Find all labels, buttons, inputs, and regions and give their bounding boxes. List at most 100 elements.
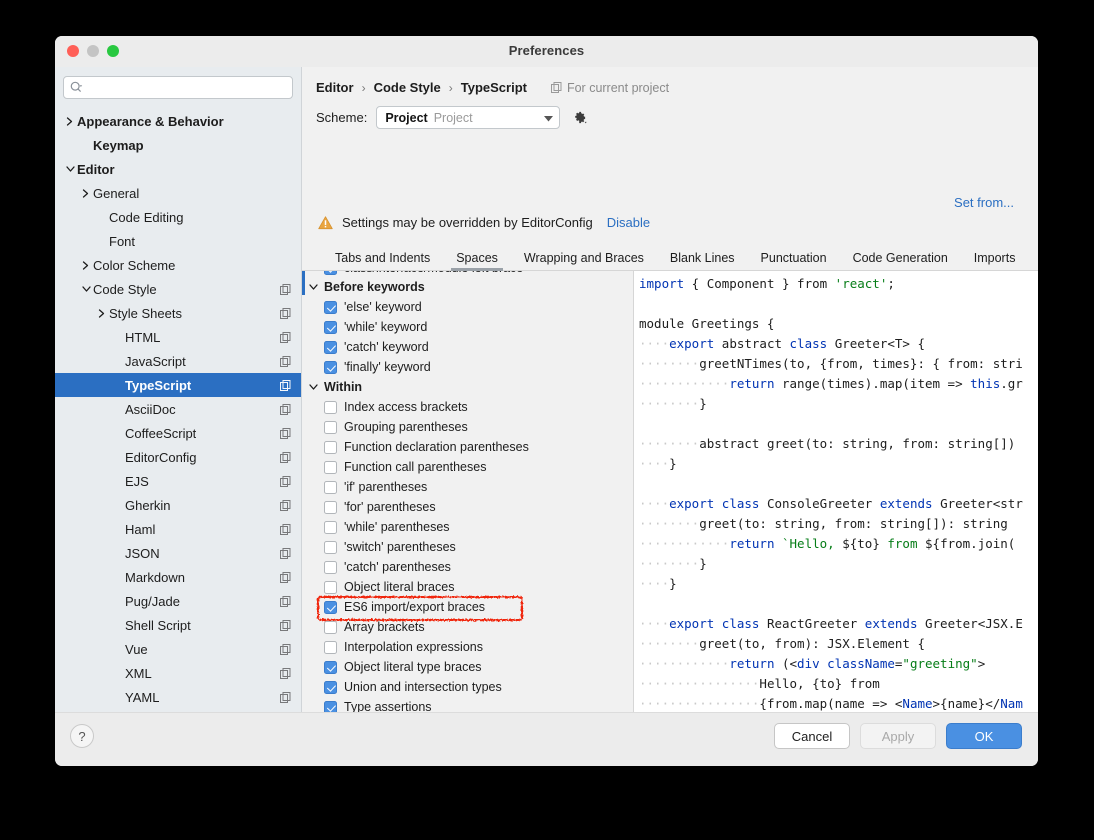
option-catch-parentheses[interactable]: 'catch' parentheses <box>302 557 633 577</box>
sidebar-item-haml[interactable]: Haml <box>55 517 301 541</box>
sidebar-item-appearance-behavior[interactable]: Appearance & Behavior <box>55 109 301 133</box>
copy-scheme-icon-wrap[interactable] <box>280 331 291 343</box>
option-checkbox[interactable] <box>324 360 337 374</box>
option-function-call-parentheses[interactable]: Function call parentheses <box>302 457 633 477</box>
copy-scheme-icon-wrap[interactable] <box>280 475 291 487</box>
sidebar-item-markdown[interactable]: Markdown <box>55 565 301 589</box>
copy-scheme-icon[interactable] <box>280 331 291 343</box>
sidebar-item-keymap[interactable]: Keymap <box>55 133 301 157</box>
copy-scheme-icon-wrap[interactable] <box>280 595 291 607</box>
sidebar-item-code-style[interactable]: Code Style <box>55 277 301 301</box>
option-checkbox[interactable] <box>324 600 337 614</box>
option-checkbox[interactable] <box>324 460 337 474</box>
option-checkbox[interactable] <box>324 271 337 275</box>
copy-scheme-icon[interactable] <box>280 523 291 535</box>
copy-scheme-icon[interactable] <box>280 499 291 511</box>
option-object-literal-type-braces[interactable]: Object literal type braces <box>302 657 633 677</box>
option-checkbox[interactable] <box>324 520 337 534</box>
sidebar-item-editor[interactable]: Editor <box>55 157 301 181</box>
cancel-button[interactable]: Cancel <box>774 723 850 749</box>
options-list[interactable]: class/interface/module left brace Before … <box>302 271 633 713</box>
option-type-assertions[interactable]: Type assertions <box>302 697 633 713</box>
option-index-access-brackets[interactable]: Index access brackets <box>302 397 633 417</box>
option-checkbox[interactable] <box>324 400 337 414</box>
copy-scheme-icon-wrap[interactable] <box>280 691 291 703</box>
search-input[interactable] <box>63 76 293 99</box>
option-checkbox[interactable] <box>324 500 337 514</box>
sidebar-item-javascript[interactable]: JavaScript <box>55 349 301 373</box>
set-from-link[interactable]: Set from... <box>954 195 1014 210</box>
copy-scheme-icon-wrap[interactable] <box>280 307 291 319</box>
tree-twisty[interactable] <box>63 165 77 173</box>
copy-scheme-icon-wrap[interactable] <box>280 667 291 679</box>
copy-scheme-icon[interactable] <box>280 475 291 487</box>
option-while-keyword[interactable]: 'while' keyword <box>302 317 633 337</box>
option-if-parentheses[interactable]: 'if' parentheses <box>302 477 633 497</box>
option-checkbox[interactable] <box>324 640 337 654</box>
sidebar-item-pug-jade[interactable]: Pug/Jade <box>55 589 301 613</box>
sidebar-item-vue[interactable]: Vue <box>55 637 301 661</box>
group-twisty[interactable] <box>302 383 324 391</box>
copy-scheme-icon-wrap[interactable] <box>280 379 291 391</box>
copy-scheme-icon-wrap[interactable] <box>280 571 291 583</box>
copy-scheme-icon-wrap[interactable] <box>280 499 291 511</box>
copy-scheme-icon[interactable] <box>280 283 291 295</box>
sidebar-item-code-editing[interactable]: Code Editing <box>55 205 301 229</box>
tab-tabs-and-indents[interactable]: Tabs and Indents <box>322 251 443 270</box>
ok-button[interactable]: OK <box>946 723 1022 749</box>
copy-scheme-icon-wrap[interactable] <box>280 619 291 631</box>
option-while-parentheses[interactable]: 'while' parentheses <box>302 517 633 537</box>
option-checkbox[interactable] <box>324 420 337 434</box>
option-object-literal-braces[interactable]: Object literal braces <box>302 577 633 597</box>
option-checkbox[interactable] <box>324 660 337 674</box>
sidebar-item-style-sheets[interactable]: Style Sheets <box>55 301 301 325</box>
option-checkbox[interactable] <box>324 480 337 494</box>
breadcrumb-item-code-style[interactable]: Code Style <box>374 80 441 95</box>
tab-imports[interactable]: Imports <box>961 251 1029 270</box>
copy-scheme-icon-wrap[interactable] <box>280 523 291 535</box>
tree-twisty[interactable] <box>63 116 77 126</box>
option-checkbox[interactable] <box>324 340 337 354</box>
tab-a[interactable]: A <box>1028 251 1038 270</box>
tab-blank-lines[interactable]: Blank Lines <box>657 251 748 270</box>
option-checkbox[interactable] <box>324 580 337 594</box>
copy-scheme-icon[interactable] <box>280 451 291 463</box>
option-interpolation-expressions[interactable]: Interpolation expressions <box>302 637 633 657</box>
sidebar-item-json[interactable]: JSON <box>55 541 301 565</box>
sidebar-item-color-scheme[interactable]: Color Scheme <box>55 253 301 277</box>
option-union-and-intersection-types[interactable]: Union and intersection types <box>302 677 633 697</box>
sidebar-item-html[interactable]: HTML <box>55 325 301 349</box>
tab-code-generation[interactable]: Code Generation <box>840 251 961 270</box>
option-grouping-parentheses[interactable]: Grouping parentheses <box>302 417 633 437</box>
copy-scheme-icon[interactable] <box>280 307 291 319</box>
tree-twisty[interactable] <box>79 285 93 293</box>
copy-scheme-icon-wrap[interactable] <box>280 355 291 367</box>
option-group-before-keywords[interactable]: Before keywords <box>302 277 633 297</box>
tab-punctuation[interactable]: Punctuation <box>748 251 840 270</box>
tab-spaces[interactable]: Spaces <box>443 251 511 271</box>
option-checkbox[interactable] <box>324 540 337 554</box>
copy-scheme-icon[interactable] <box>280 427 291 439</box>
copy-scheme-icon[interactable] <box>280 355 291 367</box>
tree-twisty[interactable] <box>79 188 93 198</box>
option-function-declaration-parentheses[interactable]: Function declaration parentheses <box>302 437 633 457</box>
sidebar-item-typescript[interactable]: TypeScript <box>55 373 301 397</box>
copy-scheme-icon[interactable] <box>280 403 291 415</box>
sidebar-item-font[interactable]: Font <box>55 229 301 253</box>
copy-scheme-icon-wrap[interactable] <box>280 403 291 415</box>
option-checkbox[interactable] <box>324 300 337 314</box>
copy-scheme-icon[interactable] <box>280 643 291 655</box>
copy-scheme-icon-wrap[interactable] <box>280 283 291 295</box>
copy-scheme-icon[interactable] <box>280 619 291 631</box>
warning-disable-link[interactable]: Disable <box>607 215 650 230</box>
settings-tree[interactable]: Appearance & Behavior Keymap Editor General… <box>55 109 301 713</box>
option-checkbox[interactable] <box>324 440 337 454</box>
tree-twisty[interactable] <box>95 308 109 318</box>
sidebar-item-gherkin[interactable]: Gherkin <box>55 493 301 517</box>
copy-scheme-icon[interactable] <box>280 571 291 583</box>
sidebar-item-xml[interactable]: XML <box>55 661 301 685</box>
sidebar-item-ejs[interactable]: EJS <box>55 469 301 493</box>
breadcrumb-item-editor[interactable]: Editor <box>316 80 354 95</box>
option-catch-keyword[interactable]: 'catch' keyword <box>302 337 633 357</box>
option-group-within[interactable]: Within <box>302 377 633 397</box>
